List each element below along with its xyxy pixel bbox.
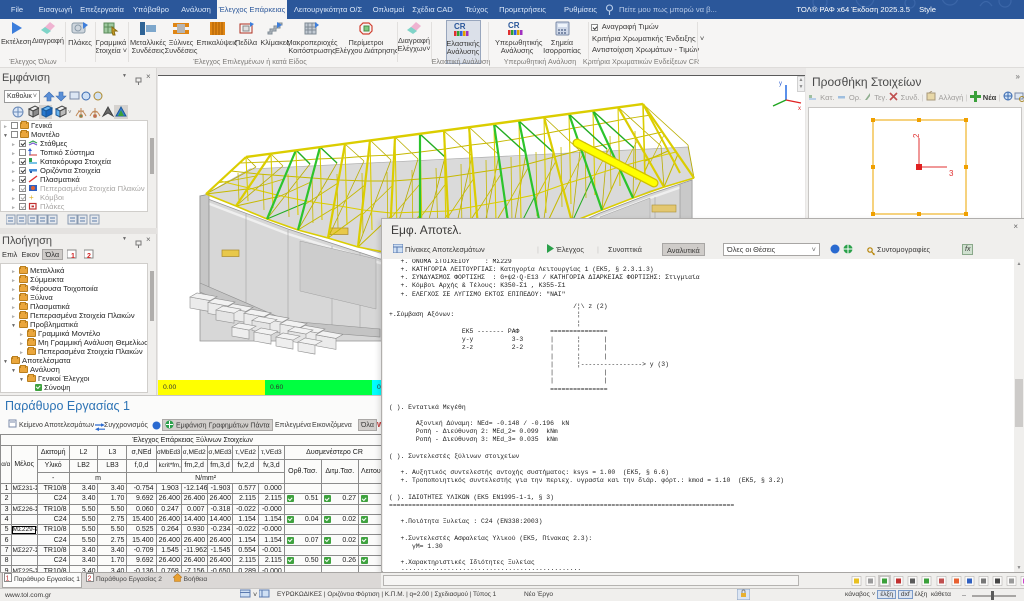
svg-text:CR: CR — [508, 21, 520, 30]
svg-text:1: 1 — [6, 576, 10, 583]
svg-text:˅: ˅ — [68, 110, 72, 116]
svg-text:y: y — [779, 81, 782, 87]
svg-text:2: 2 — [88, 576, 92, 583]
svg-text:2: 2 — [912, 133, 921, 138]
svg-text:2: 2 — [87, 253, 91, 259]
svg-text:CR: CR — [454, 22, 466, 31]
svg-text:+: + — [29, 193, 34, 201]
svg-text:1: 1 — [71, 253, 75, 259]
svg-text:x: x — [798, 106, 801, 112]
svg-text:3: 3 — [949, 169, 954, 178]
